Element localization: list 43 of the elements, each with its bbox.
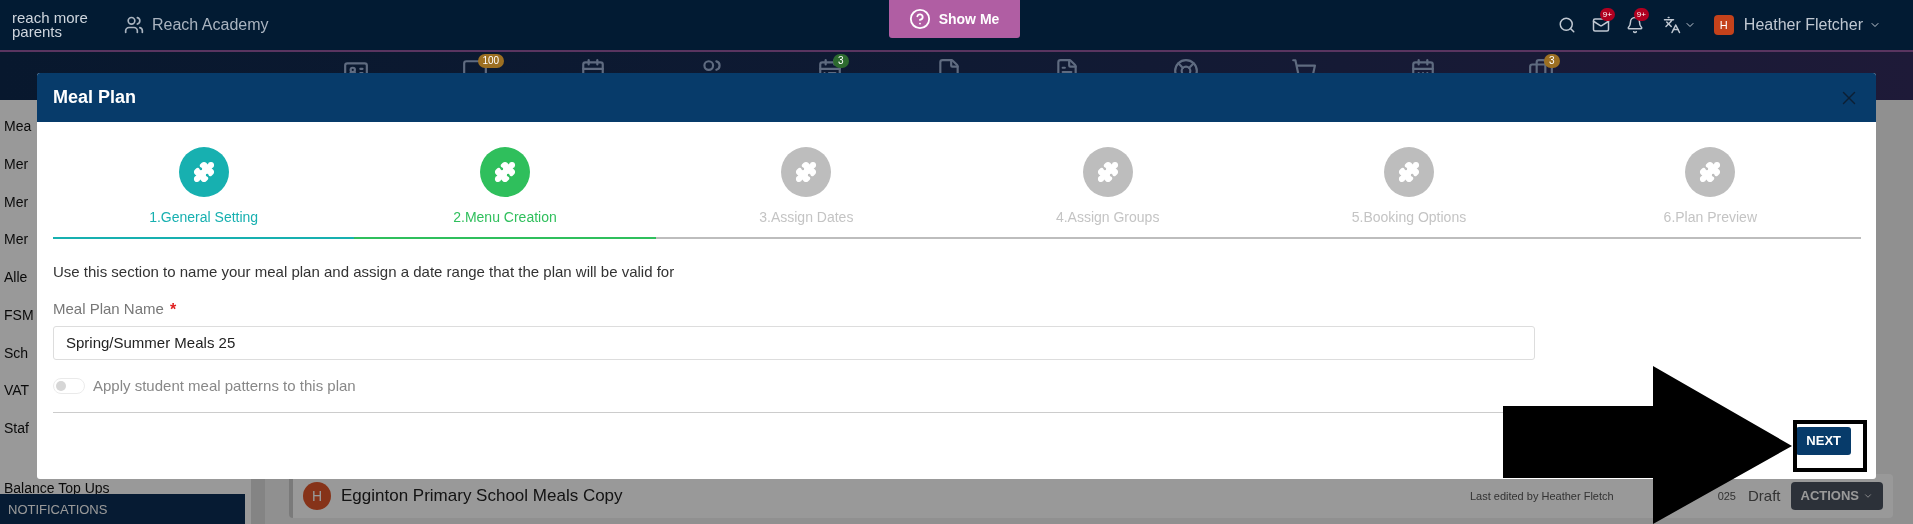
- language-icon[interactable]: [1661, 16, 1682, 34]
- intro-text: Use this section to name your meal plan and assign a date range that the plan will be valid for: [53, 262, 676, 282]
- bell-badge: 9+: [1633, 8, 1649, 21]
- last-edited-year: 025: [1717, 488, 1736, 504]
- status-text: Draft: [1748, 485, 1781, 506]
- count-badge: 3: [833, 54, 849, 68]
- step-label: 1.General Setting: [149, 208, 259, 227]
- count-badge: 3: [1544, 54, 1560, 68]
- toggle-label: Apply student meal patterns to this plan: [93, 375, 356, 396]
- step-label: 4.Assign Groups: [1055, 208, 1160, 227]
- puzzle-icon: [192, 161, 215, 183]
- field-label: Meal Plan Name: [53, 299, 164, 320]
- bell-icon[interactable]: [1625, 16, 1644, 34]
- plan-name[interactable]: Egginton Primary School Meals Copy: [341, 483, 623, 509]
- users-icon: [124, 15, 144, 35]
- logo[interactable]: reach more parents: [12, 11, 112, 39]
- show-me-button[interactable]: Show Me: [888, 0, 1020, 38]
- step-label: 5.Booking Options: [1351, 208, 1467, 227]
- school-name[interactable]: Reach Academy: [152, 13, 269, 37]
- actions-button[interactable]: ACTIONS: [1790, 482, 1883, 510]
- step-label: 2.Menu Creation: [453, 208, 557, 227]
- puzzle-icon: [1699, 161, 1722, 183]
- caret-icon: [1863, 491, 1873, 501]
- last-edited-text: Last edited by Heather Fletch: [1469, 488, 1614, 504]
- help-icon: [908, 8, 931, 30]
- meal-plan-name-field[interactable]: Spring/Summer Meals 25: [53, 325, 1535, 360]
- user-name[interactable]: Heather Fletcher: [1743, 13, 1863, 37]
- puzzle-icon: [795, 161, 818, 183]
- step-label: 3.Assign Dates: [759, 208, 854, 227]
- search-icon[interactable]: [1557, 16, 1576, 34]
- user-avatar[interactable]: H: [1713, 15, 1734, 35]
- puzzle-icon: [1096, 161, 1119, 183]
- required-mark: *: [169, 299, 177, 320]
- count-badge: 100: [477, 54, 505, 68]
- mail-badge: 9+: [1599, 8, 1615, 21]
- dialog-title: Meal Plan: [53, 86, 137, 109]
- mail-icon[interactable]: [1591, 16, 1610, 34]
- step-label: 6.Plan Preview: [1663, 208, 1757, 227]
- puzzle-icon: [1397, 161, 1420, 183]
- plan-avatar: H: [303, 482, 331, 510]
- puzzle-icon: [494, 161, 516, 183]
- next-button[interactable]: NEXT: [1796, 427, 1851, 455]
- notifications-header: NOTIFICATIONS: [0, 494, 245, 524]
